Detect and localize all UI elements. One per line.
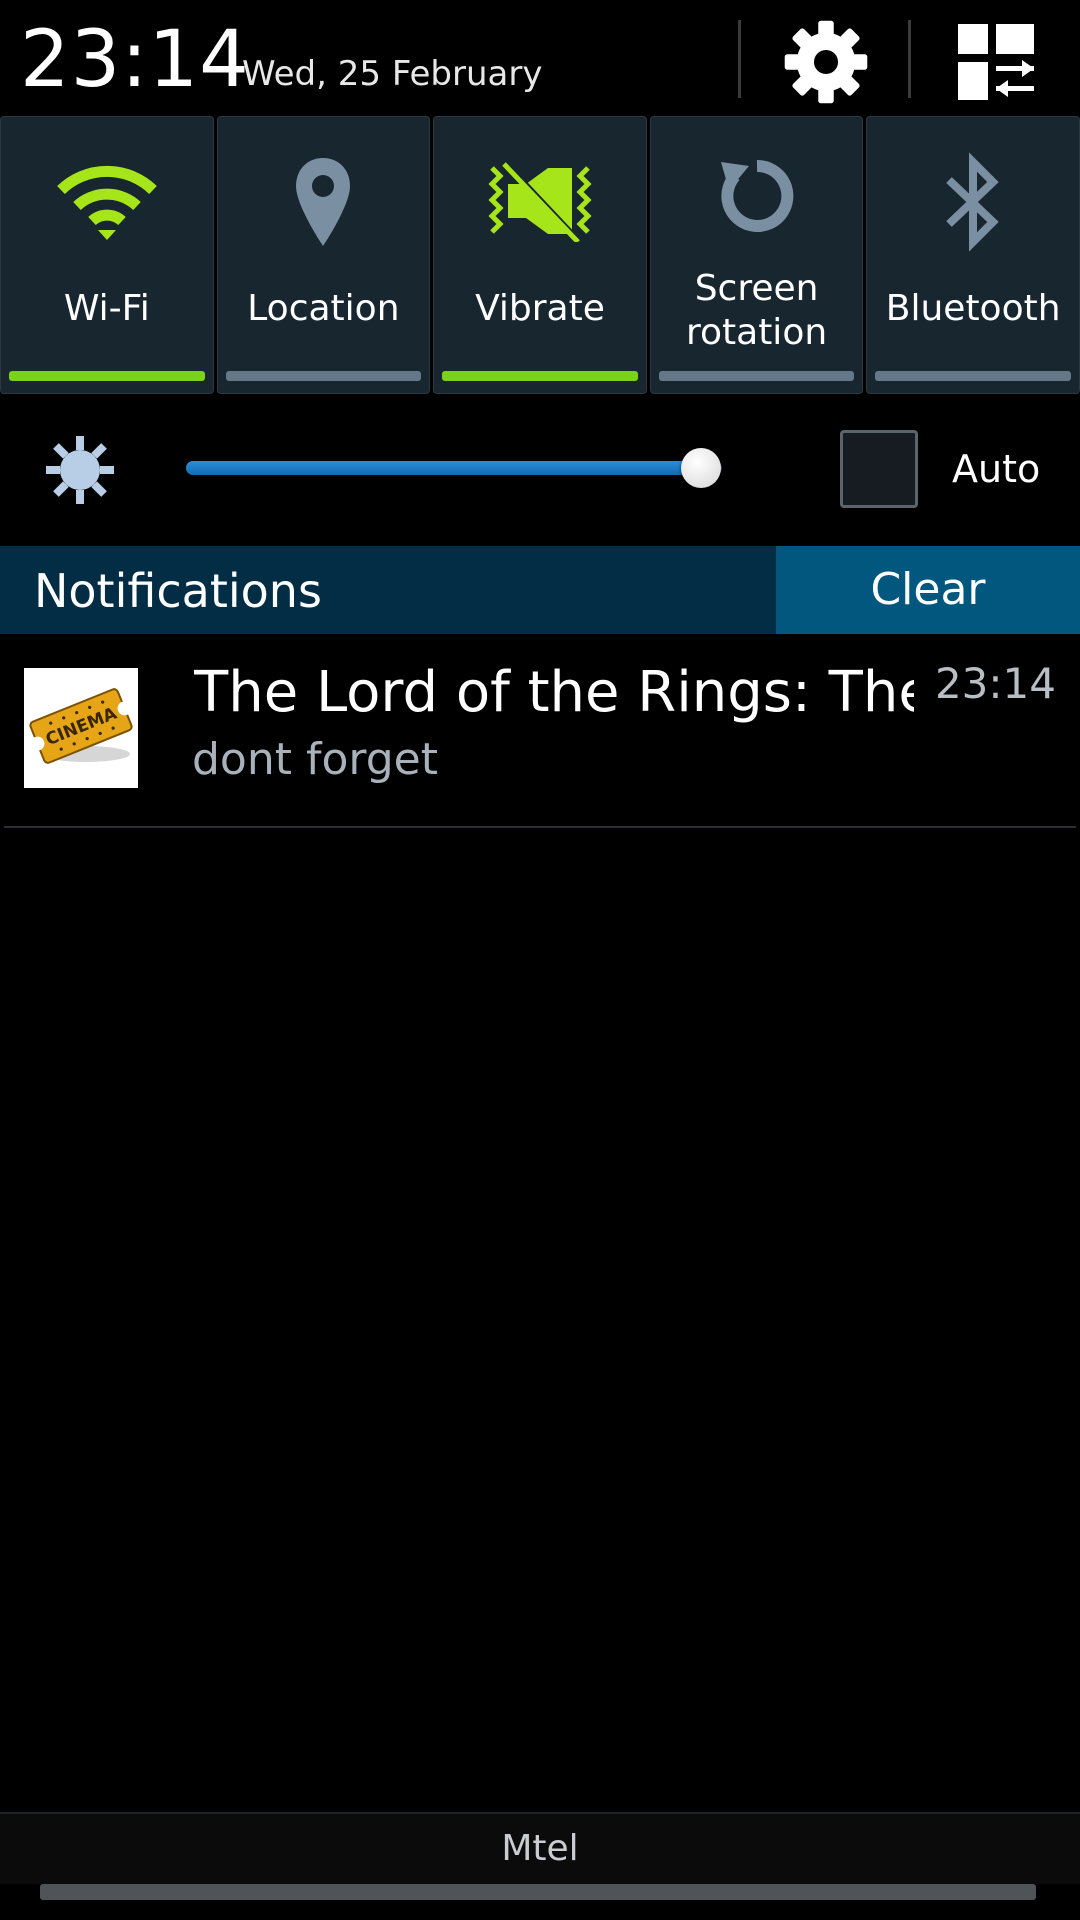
notification-item[interactable]: CINEMA The Lord of the Rings: The.. 23:1… xyxy=(0,634,1080,826)
toggle-label: Vibrate xyxy=(475,288,605,329)
divider xyxy=(4,826,1076,828)
toggle-wifi[interactable]: Wi-Fi xyxy=(0,116,214,394)
toggle-location[interactable]: Location xyxy=(216,116,431,394)
grid-edit-icon xyxy=(958,24,1034,100)
carrier-bar: Mtel xyxy=(0,1812,1080,1884)
toggle-label: Wi-Fi xyxy=(63,288,150,329)
toggle-status-bar xyxy=(875,371,1071,381)
toggle-screen-rotation[interactable]: Screen rotation xyxy=(649,116,864,394)
brightness-slider-fill xyxy=(186,461,701,475)
notification-title: The Lord of the Rings: The.. xyxy=(194,660,914,725)
notifications-title: Notifications xyxy=(34,564,322,618)
notification-text: dont forget xyxy=(192,734,438,785)
notifications-header: Notifications Clear xyxy=(0,546,1080,634)
toggle-status-bar xyxy=(658,371,855,381)
auto-brightness-label: Auto xyxy=(952,447,1041,491)
brightness-row: Auto xyxy=(0,394,1080,546)
settings-button[interactable] xyxy=(770,16,882,108)
wifi-icon xyxy=(56,165,157,240)
toggle-status-bar xyxy=(9,371,205,381)
location-pin-icon xyxy=(296,158,351,246)
panel-drag-handle[interactable] xyxy=(40,1884,1036,1900)
divider xyxy=(738,20,741,98)
cinema-ticket-icon: CINEMA xyxy=(29,688,133,764)
vibrate-icon xyxy=(488,162,592,242)
toggle-status-bar xyxy=(225,371,422,381)
toggle-vibrate[interactable]: Vibrate xyxy=(433,116,647,394)
bluetooth-icon xyxy=(946,152,999,252)
toggle-label-line: rotation xyxy=(685,312,828,353)
toggle-label: Location xyxy=(247,288,400,329)
notification-thumbnail: CINEMA xyxy=(24,668,138,788)
brightness-slider[interactable] xyxy=(186,448,722,488)
edit-toggles-button[interactable] xyxy=(940,16,1052,108)
toggle-bluetooth[interactable]: Bluetooth xyxy=(866,116,1080,394)
carrier-label: Mtel xyxy=(501,1828,579,1869)
clock: 23:14 xyxy=(20,15,250,105)
notification-time: 23:14 xyxy=(934,659,1056,708)
brightness-slider-handle[interactable] xyxy=(680,448,721,488)
rotate-icon xyxy=(720,159,793,232)
auto-brightness-checkbox[interactable] xyxy=(840,430,918,508)
toggle-status-bar xyxy=(442,371,638,381)
toggle-label: Screen rotation xyxy=(651,267,863,355)
date-label: Wed, 25 February xyxy=(242,54,543,94)
status-header: 23:14 Wed, 25 February xyxy=(0,0,1080,116)
quick-settings-toggles: Wi-Fi Location Vibrate Screen rotation B… xyxy=(0,116,1080,394)
toggle-label: Bluetooth xyxy=(885,288,1061,329)
clear-button[interactable]: Clear xyxy=(776,546,1080,634)
gear-icon xyxy=(784,20,868,104)
divider xyxy=(908,20,911,98)
brightness-sun-icon xyxy=(46,436,114,504)
toggle-label-line: Screen xyxy=(694,268,819,309)
